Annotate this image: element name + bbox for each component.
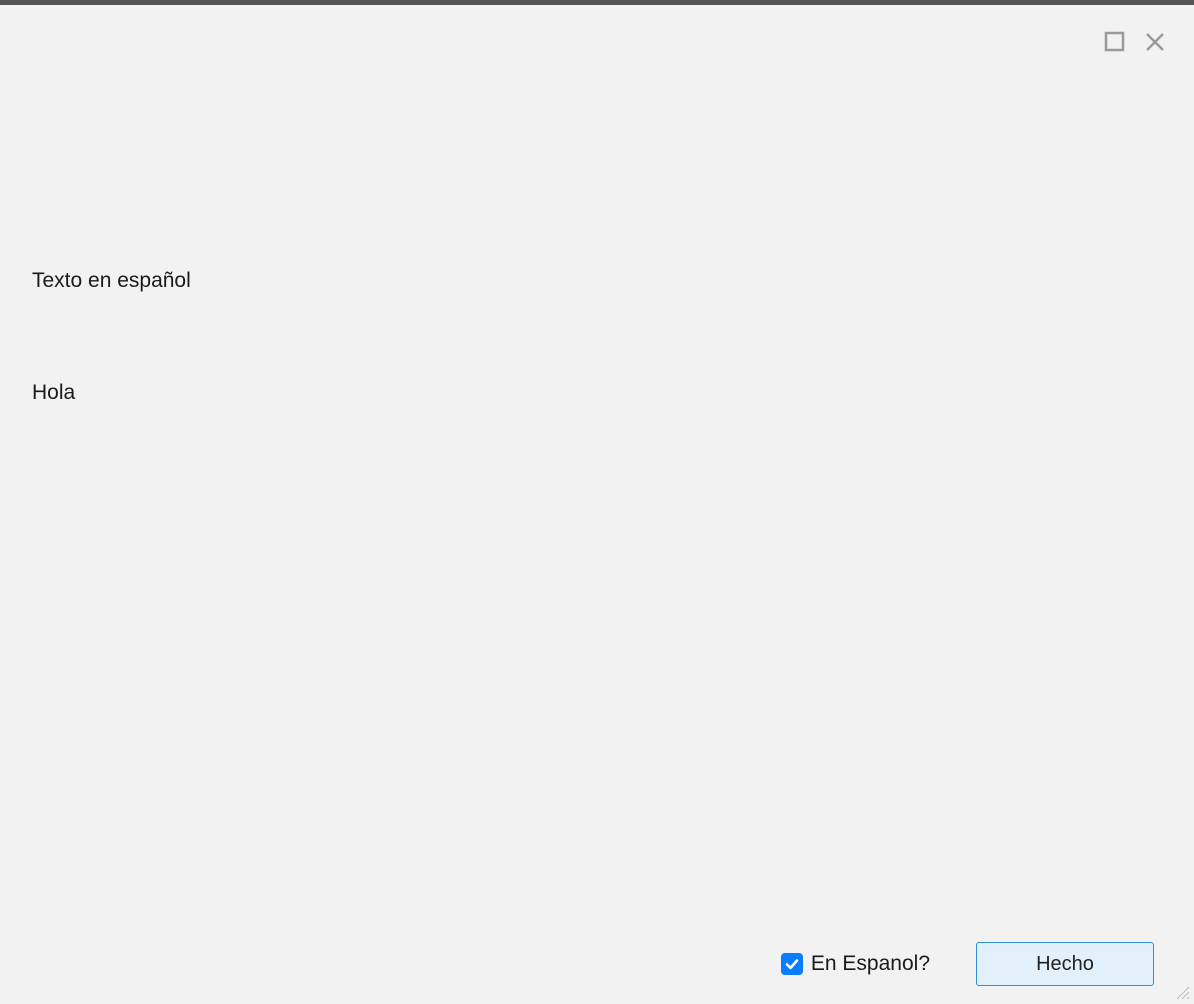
footer-bar: En Espanol? Hecho [781,942,1154,986]
close-button[interactable] [1144,31,1166,53]
spanish-text-label: Texto en español [32,269,191,293]
content-area: Texto en español Hola [32,269,191,405]
language-checkbox[interactable] [781,953,803,975]
dialog-window: Texto en español Hola En Espanol? Hecho [0,5,1194,1004]
maximize-button[interactable] [1104,31,1126,53]
done-button[interactable]: Hecho [976,942,1154,986]
maximize-icon [1104,31,1126,53]
language-checkbox-label: En Espanol? [811,952,930,976]
checkmark-icon [784,956,800,972]
language-checkbox-wrap[interactable]: En Espanol? [781,952,930,976]
close-icon [1144,31,1166,53]
greeting-label: Hola [32,381,191,405]
resize-grip-icon [1175,985,1191,1001]
window-controls [1104,31,1166,53]
